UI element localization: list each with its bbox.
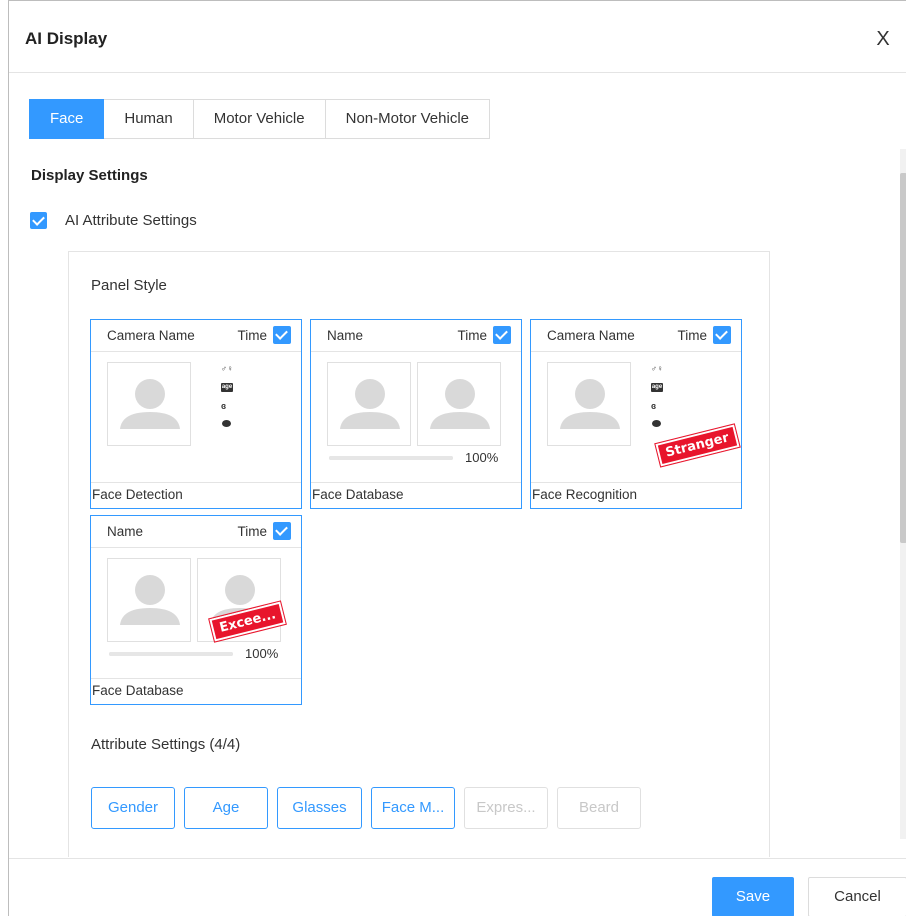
panel-style-card-face-database[interactable]: Name Time 100% Face Database (310, 319, 522, 509)
face-photo (547, 362, 631, 446)
card-name-label: Name (327, 328, 364, 343)
similarity-percent: 100% (245, 646, 279, 661)
attr-button-beard: Beard (557, 787, 641, 829)
card-footer-label: Face Database (311, 482, 521, 508)
ai-attribute-panel: Panel Style Camera Name Time ♂♀ age ɞ Fa (68, 251, 770, 857)
card-time-label: Time (677, 328, 708, 343)
tab-face[interactable]: Face (29, 99, 105, 139)
card-footer-label: Face Detection (91, 482, 301, 508)
card-name-label: Camera Name (547, 328, 635, 343)
snapshot-photo (327, 362, 411, 446)
card-name-label: Name (107, 524, 144, 539)
ai-attribute-checkbox[interactable] (30, 212, 47, 229)
card-name-label: Camera Name (107, 328, 195, 343)
attr-button-glasses[interactable]: Glasses (277, 787, 362, 829)
vertical-scrollbar[interactable] (900, 149, 906, 839)
tab-motor-vehicle[interactable]: Motor Vehicle (193, 99, 326, 139)
age-icon: age (651, 383, 663, 392)
dialog-title: AI Display (25, 29, 108, 48)
card-header: Name Time (311, 320, 521, 352)
glasses-icon: ɞ (221, 401, 227, 411)
glasses-icon: ɞ (651, 401, 657, 411)
face-photo (107, 362, 191, 446)
attribute-buttons: Gender Age Glasses Face M... Expres... B… (91, 787, 650, 829)
close-icon[interactable]: X (872, 27, 894, 51)
card-header: Name Time (91, 516, 301, 548)
attr-button-face-mask[interactable]: Face M... (371, 787, 455, 829)
similarity-percent: 100% (465, 450, 499, 465)
display-settings-title: Display Settings (31, 167, 148, 184)
similarity-bar (109, 652, 233, 656)
panel-style-card-face-database-alarm[interactable]: Name Time Excee... 100% Face Database (90, 515, 302, 705)
person-silhouette-icon (120, 379, 180, 429)
age-icon: age (221, 383, 233, 392)
mask-icon (652, 420, 661, 427)
panel-style-card-face-recognition[interactable]: Camera Name Time ♂♀ age ɞ Stranger Face … (530, 319, 742, 509)
object-type-tabs: Face Human Motor Vehicle Non-Motor Vehic… (29, 99, 491, 139)
card-time-label: Time (237, 524, 268, 539)
mask-icon (222, 420, 231, 427)
attr-button-age[interactable]: Age (184, 787, 268, 829)
person-silhouette-icon (560, 379, 620, 429)
person-silhouette-icon (430, 379, 490, 429)
similarity-bar (329, 456, 453, 460)
ai-display-dialog: AI Display X Face Human Motor Vehicle No… (8, 0, 906, 916)
card-time-label: Time (457, 328, 488, 343)
dialog-header: AI Display X (9, 1, 906, 73)
panel-style-label: Panel Style (91, 277, 167, 294)
database-photo (417, 362, 501, 446)
tab-human[interactable]: Human (104, 99, 194, 139)
dialog-footer: Save Cancel (9, 858, 906, 916)
cancel-button[interactable]: Cancel (808, 877, 906, 916)
card-time-label: Time (237, 328, 268, 343)
settings-scroll-area: Display Settings AI Attribute Settings P… (9, 141, 906, 857)
attribute-icons: ♂♀ age ɞ (651, 364, 665, 436)
scrollbar-thumb[interactable] (900, 173, 906, 543)
card-header: Camera Name Time (91, 320, 301, 352)
time-checkbox[interactable] (493, 326, 511, 344)
snapshot-photo (107, 558, 191, 642)
attribute-icons: ♂♀ age ɞ (221, 364, 235, 436)
ai-attribute-label: AI Attribute Settings (65, 212, 197, 229)
gender-icon: ♂♀ (221, 364, 233, 373)
time-checkbox[interactable] (273, 326, 291, 344)
panel-style-card-face-detection[interactable]: Camera Name Time ♂♀ age ɞ Face Detection (90, 319, 302, 509)
person-silhouette-icon (340, 379, 400, 429)
card-footer-label: Face Recognition (531, 482, 741, 508)
similarity-bar-fill (109, 652, 233, 656)
time-checkbox[interactable] (273, 522, 291, 540)
attr-button-gender[interactable]: Gender (91, 787, 175, 829)
stranger-stamp: Stranger (654, 422, 741, 469)
gender-icon: ♂♀ (651, 364, 663, 373)
card-footer-label: Face Database (91, 678, 301, 704)
attr-button-expression: Expres... (464, 787, 548, 829)
similarity-bar-fill (329, 456, 453, 460)
ai-attribute-settings-row: AI Attribute Settings (30, 212, 197, 229)
card-header: Camera Name Time (531, 320, 741, 352)
attribute-settings-label: Attribute Settings (4/4) (91, 736, 241, 753)
person-silhouette-icon (120, 575, 180, 625)
tab-non-motor-vehicle[interactable]: Non-Motor Vehicle (325, 99, 491, 139)
save-button[interactable]: Save (712, 877, 794, 916)
time-checkbox[interactable] (713, 326, 731, 344)
